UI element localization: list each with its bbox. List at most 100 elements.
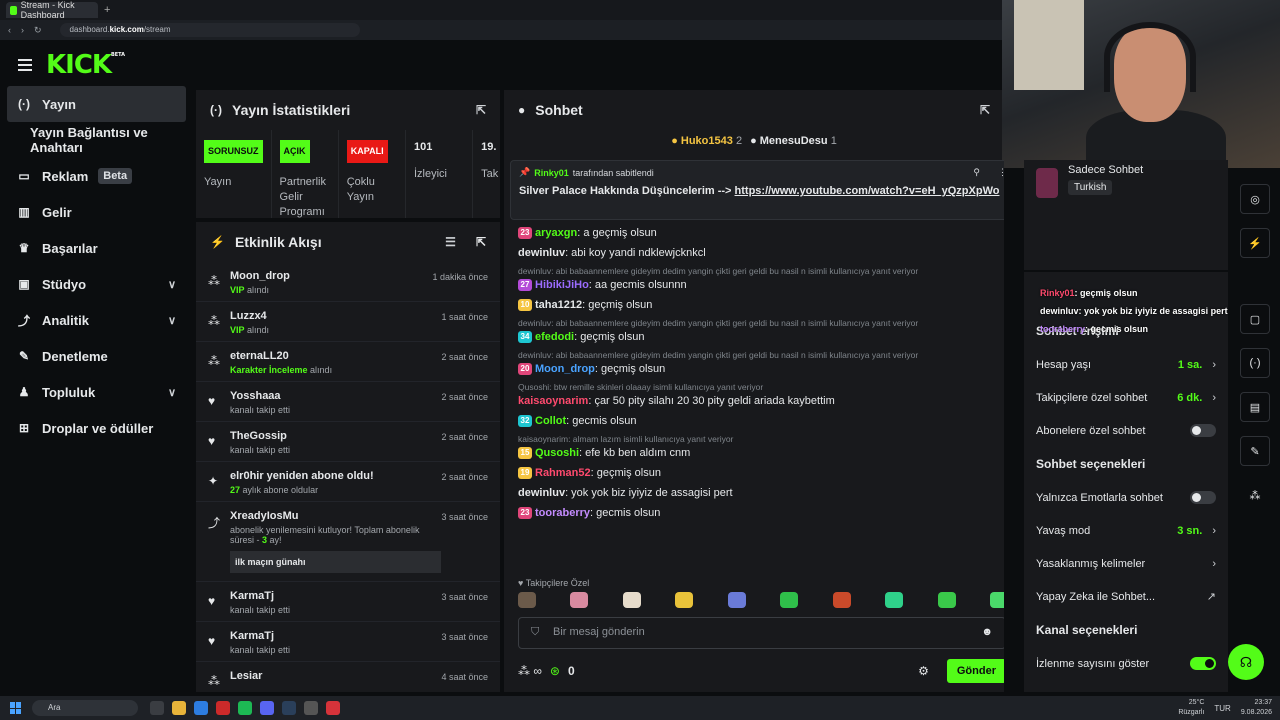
emote-10[interactable] [989,592,1004,608]
emote-7[interactable] [832,592,851,608]
steam-icon[interactable] [282,701,296,715]
task-view-icon[interactable] [150,701,164,715]
weather-widget[interactable]: 25°C Rüzgarlı [1178,698,1204,718]
emote-5[interactable] [727,592,746,608]
connections-icon[interactable]: ⁂ ∞ [518,664,542,678]
settings-gear-icon[interactable]: ⚙ [918,664,929,678]
sidebar-item-droplar[interactable]: ⊞ Droplar ve ödüller [0,410,194,446]
show-viewers-toggle[interactable] [1190,657,1216,670]
chat-username[interactable]: Qusoshi [535,447,579,459]
back-icon[interactable]: ‹ [8,25,11,35]
sidebar-item-reklam[interactable]: ▭ Reklam Beta [0,158,194,194]
app-icon[interactable] [194,701,208,715]
chat-username[interactable]: tooraberry [535,507,590,519]
activity-username[interactable]: Lesiar [230,670,441,682]
wrench-icon[interactable]: ✎ [1240,436,1270,466]
chat-message[interactable]: 32 Collot: gecmis olsun [518,414,1004,428]
chat-username[interactable]: kaisaoynarim [518,395,588,407]
pinned-link[interactable]: https://www.youtube.com/watch?v=eH_yQzpX… [735,185,1000,197]
sidebar-item-basarilar[interactable]: ♛ Başarılar [0,230,194,266]
sidebar-item-denetleme[interactable]: ✎ Denetleme [0,338,194,374]
forward-icon[interactable]: › [21,25,24,35]
emote-4[interactable] [675,592,694,608]
popout-icon[interactable]: ⇱ [476,103,486,117]
emote-6[interactable] [780,592,799,608]
chat-message[interactable]: 10 taha1212: geçmiş olsun [518,298,1004,312]
lightning-icon[interactable]: ⚡ [1240,228,1270,258]
app-icon[interactable] [326,701,340,715]
layout-icon[interactable]: ▤ [1240,392,1270,422]
chat-username[interactable]: Rahman52 [535,467,591,479]
sidebar-item-stream-key[interactable]: Yayın Bağlantısı ve Anahtarı [0,122,194,158]
support-headset-icon[interactable]: ☊ [1228,644,1264,680]
activity-username[interactable]: Moon_drop [230,270,432,282]
emote-2[interactable] [570,592,589,608]
broadcast-icon[interactable]: (·) [1240,348,1270,378]
filter-icon[interactable]: ☰ [445,235,456,249]
pinned-message[interactable]: 📌 Rinky01 tarafından sabitlendi ⚲ ⋮ Silv… [510,160,1004,220]
activity-username[interactable]: elr0hir yeniden abone oldu! [230,470,441,482]
unpin-icon[interactable]: ⚲ [973,167,980,178]
sidebar-item-yayin[interactable]: (·) Yayın [7,86,186,122]
chat-message[interactable]: 23 tooraberry: gecmis olsun [518,506,1004,520]
chat-message[interactable]: dewinluv: abi koy yandi ndklewjcknkcl [518,246,1004,260]
sidebar-item-studyo[interactable]: ▣ Stüdyo ∨ [0,266,194,302]
chat-message[interactable]: 19 Rahman52: geçmiş olsun [518,466,1004,480]
account-age-row[interactable]: Hesap yaşı 1 sa. › [1024,348,1228,381]
activity-username[interactable]: XreadyIosMu [230,510,441,522]
slow-mode-row[interactable]: Yavaş mod 3 sn. › [1024,514,1228,547]
taskbar-search[interactable]: Ara [32,700,138,716]
chat-username[interactable]: efedodi [535,331,574,343]
url-field[interactable]: dashboard.kick.com/stream [59,23,360,37]
clock[interactable]: 23:37 9.08.2026 [1241,698,1272,718]
sub-chat-toggle[interactable] [1190,424,1216,437]
emoji-icon[interactable]: ☻ [981,626,993,638]
chat-username[interactable]: aryaxgn [535,227,577,239]
banned-words-row[interactable]: Yasaklanmış kelimeler › [1024,547,1228,580]
reload-icon[interactable]: ↻ [34,25,42,36]
chat-username[interactable]: dewinluv [518,247,565,259]
file-explorer-icon[interactable] [172,701,186,715]
chat-username[interactable]: dewinluv [518,487,565,499]
emote-8[interactable] [885,592,904,608]
activity-username[interactable]: KarmaTj [230,590,441,602]
send-button[interactable]: Gönder [946,659,1004,683]
windows-start-icon[interactable] [10,702,22,714]
more-icon[interactable]: ⋮ [998,167,1004,178]
language-indicator[interactable]: TUR [1214,704,1230,713]
discord-icon[interactable] [260,701,274,715]
emote-3[interactable] [622,592,641,608]
chat-message[interactable]: 23 aryaxgn: a geçmiş olsun [518,226,1004,240]
gifter-2[interactable]: ● MenesuDesu 1 [750,135,837,147]
kick-points-icon[interactable]: ⊛ [550,664,560,678]
emote-1[interactable] [518,592,536,608]
sidebar-item-analitik[interactable]: ⤴ Analitik ∨ [0,302,194,338]
chat-message[interactable]: Qusoshi: btw remille skinleri olaaay isi… [518,382,1004,408]
kick-logo[interactable]: KICK BETA [46,50,125,80]
chat-message[interactable]: dewinluv: abi babaannemlere gideyim dedi… [518,318,1004,344]
ai-chat-row[interactable]: Yapay Zeka ile Sohbet... ↗ [1024,580,1228,613]
sidebar-item-topluluk[interactable]: ♟ Topluluk ∨ [0,374,194,410]
popout-icon[interactable]: ⇱ [476,235,486,249]
chat-username[interactable]: Moon_drop [535,363,595,375]
activity-username[interactable]: Luzzx4 [230,310,441,322]
chat-input[interactable]: ⛉ Bir mesaj gönderin ☻ [518,617,1004,649]
activity-username[interactable]: KarmaTj [230,630,441,642]
chat-username[interactable]: HibikiJiHo [535,279,589,291]
obs-icon[interactable] [304,701,318,715]
activity-username[interactable]: Yosshaaa [230,390,441,402]
sidebar-item-gelir[interactable]: ▥ Gelir [0,194,194,230]
chat-username[interactable]: Collot [535,415,566,427]
chat-message[interactable]: dewinluv: abi babaannemlere gideyim dedi… [518,266,1004,292]
chat-message[interactable]: dewinluv: abi babaannemlere gideyim dedi… [518,350,1004,376]
new-tab-button[interactable]: + [104,4,110,16]
browser-tab[interactable]: Stream - Kick Dashboard [6,0,98,20]
activity-username[interactable]: eternaLL20 [230,350,441,362]
chat-message[interactable]: kaisaoynarim: almam lazım isimli kullanı… [518,434,1004,460]
chat-message[interactable]: dewinluv: yok yok biz iyiyiz de assagisi… [518,486,1004,500]
menu-icon[interactable] [18,59,32,71]
chat-username[interactable]: taha1212 [535,299,582,311]
spotify-icon[interactable] [238,701,252,715]
activity-username[interactable]: TheGossip [230,430,441,442]
popout-icon[interactable]: ⇱ [980,103,990,117]
